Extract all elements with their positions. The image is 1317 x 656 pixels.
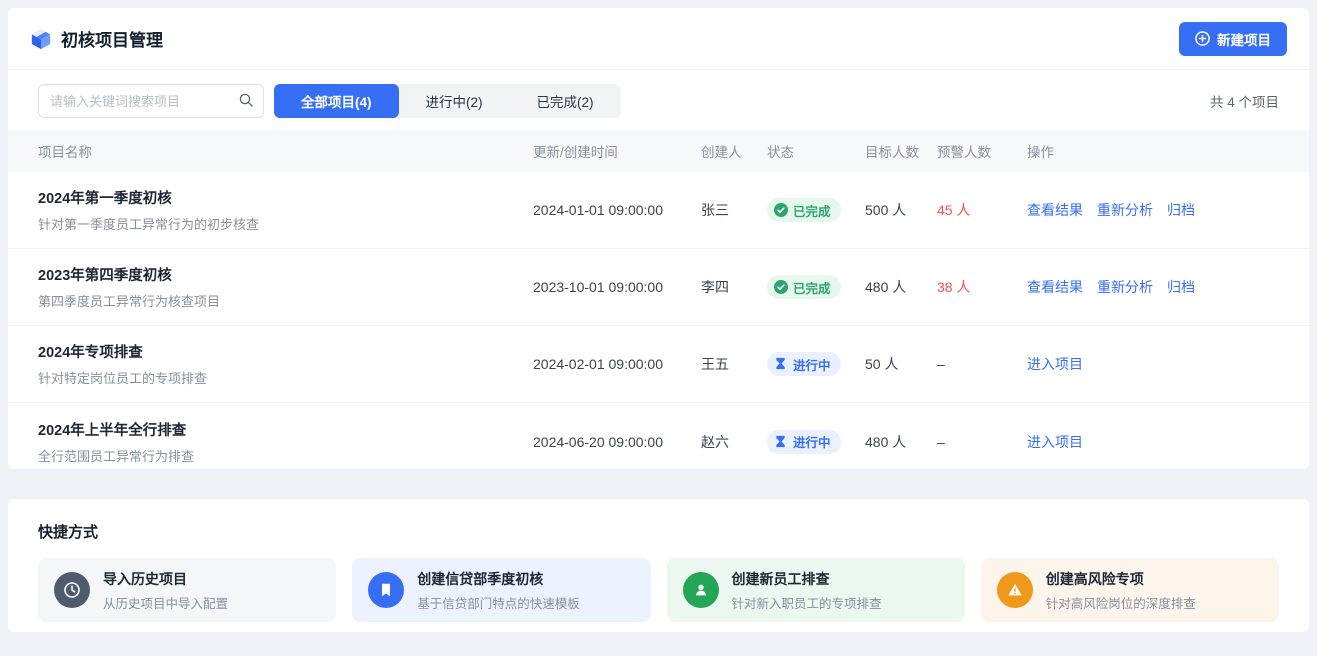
project-desc: 针对特定岗位员工的专项排查 bbox=[38, 368, 533, 387]
shortcut-card[interactable]: 创建高风险专项 针对高风险岗位的深度排查 bbox=[981, 558, 1279, 622]
action-link[interactable]: 查看结果 bbox=[1027, 200, 1083, 220]
warning-count: – bbox=[937, 434, 1027, 450]
action-link[interactable]: 进入项目 bbox=[1027, 354, 1083, 374]
action-link[interactable]: 归档 bbox=[1167, 277, 1195, 297]
search-icon[interactable] bbox=[238, 92, 254, 108]
status-badge: 已完成 bbox=[767, 275, 841, 299]
project-name: 2023年第四季度初核 bbox=[38, 264, 533, 285]
user-icon bbox=[683, 572, 719, 608]
warning-count: 38 人 bbox=[937, 277, 1027, 297]
action-link[interactable]: 进入项目 bbox=[1027, 432, 1083, 452]
new-project-label: 新建项目 bbox=[1217, 29, 1271, 49]
shortcut-desc: 基于信贷部门特点的快速模板 bbox=[417, 593, 580, 612]
project-name: 2024年第一季度初核 bbox=[38, 187, 533, 208]
shortcut-card[interactable]: 导入历史项目 从历史项目中导入配置 bbox=[38, 558, 336, 622]
shortcut-desc: 针对新入职员工的专项排查 bbox=[732, 593, 882, 612]
project-creator: 李四 bbox=[701, 277, 767, 297]
project-desc: 第四季度员工异常行为核查项目 bbox=[38, 291, 533, 310]
project-time: 2023-10-01 09:00:00 bbox=[533, 279, 701, 295]
project-desc: 全行范围员工异常行为排查 bbox=[38, 446, 533, 465]
table-row: 2024年专项排查 针对特定岗位员工的专项排查 2024-02-01 09:00… bbox=[8, 326, 1309, 403]
warning-count: – bbox=[937, 356, 1027, 372]
target-count: 50 人 bbox=[865, 354, 937, 374]
column-header-3: 状态 bbox=[767, 141, 865, 161]
table-header: 项目名称更新/创建时间创建人状态目标人数预警人数操作 bbox=[8, 130, 1309, 172]
tab-2[interactable]: 已完成(2) bbox=[510, 84, 621, 118]
shortcut-title: 创建高风险专项 bbox=[1046, 569, 1196, 589]
table-row: 2024年上半年全行排查 全行范围员工异常行为排查 2024-06-20 09:… bbox=[8, 403, 1309, 469]
table-row: 2023年第四季度初核 第四季度员工异常行为核查项目 2023-10-01 09… bbox=[8, 249, 1309, 326]
project-time: 2024-01-01 09:00:00 bbox=[533, 202, 701, 218]
project-creator: 张三 bbox=[701, 200, 767, 220]
warning-icon bbox=[997, 572, 1033, 608]
status-badge: 进行中 bbox=[767, 430, 841, 454]
shortcut-title: 导入历史项目 bbox=[103, 569, 228, 589]
target-count: 480 人 bbox=[865, 277, 937, 297]
shortcuts-panel: 快捷方式 导入历史项目 从历史项目中导入配置 创建信贷部季度初核 基于信贷部门特… bbox=[8, 499, 1309, 632]
shortcut-card[interactable]: 创建新员工排查 针对新入职员工的专项排查 bbox=[667, 558, 965, 622]
shortcut-title: 创建新员工排查 bbox=[732, 569, 882, 589]
column-header-6: 操作 bbox=[1027, 141, 1279, 161]
shortcut-desc: 从历史项目中导入配置 bbox=[103, 593, 228, 612]
check-circle-icon bbox=[774, 280, 788, 294]
column-header-4: 目标人数 bbox=[865, 141, 937, 161]
column-header-0: 项目名称 bbox=[38, 141, 533, 161]
hourglass-icon bbox=[774, 357, 788, 371]
action-link[interactable]: 重新分析 bbox=[1097, 200, 1153, 220]
toolbar: 全部项目(4)进行中(2)已完成(2) 共 4 个项目 bbox=[38, 84, 1279, 118]
row-actions: 进入项目 bbox=[1027, 354, 1279, 374]
target-count: 500 人 bbox=[865, 200, 937, 220]
target-count: 480 人 bbox=[865, 432, 937, 452]
search-input[interactable] bbox=[38, 84, 264, 118]
tab-0[interactable]: 全部项目(4) bbox=[274, 84, 399, 118]
table-body: 2024年第一季度初核 针对第一季度员工异常行为的初步核查 2024-01-01… bbox=[8, 172, 1309, 469]
total-count: 共 4 个项目 bbox=[1210, 91, 1279, 111]
column-header-2: 创建人 bbox=[701, 141, 767, 161]
table-row: 2024年第一季度初核 针对第一季度员工异常行为的初步核查 2024-01-01… bbox=[8, 172, 1309, 249]
cube-icon bbox=[30, 28, 52, 50]
tab-1[interactable]: 进行中(2) bbox=[399, 84, 510, 118]
row-actions: 进入项目 bbox=[1027, 432, 1279, 452]
status-badge: 进行中 bbox=[767, 352, 841, 376]
project-name: 2024年专项排查 bbox=[38, 341, 533, 362]
project-creator: 赵六 bbox=[701, 432, 767, 452]
clock-icon bbox=[54, 572, 90, 608]
shortcut-title: 创建信贷部季度初核 bbox=[417, 569, 580, 589]
plus-icon bbox=[1195, 31, 1210, 46]
bookmark-icon bbox=[368, 572, 404, 608]
action-link[interactable]: 重新分析 bbox=[1097, 277, 1153, 297]
page-title: 初核项目管理 bbox=[61, 26, 163, 51]
filter-tabs: 全部项目(4)进行中(2)已完成(2) bbox=[274, 84, 621, 118]
status-badge: 已完成 bbox=[767, 198, 841, 222]
project-time: 2024-06-20 09:00:00 bbox=[533, 434, 701, 450]
check-circle-icon bbox=[774, 203, 788, 217]
page-header: 初核项目管理 新建项目 bbox=[8, 8, 1309, 70]
project-panel: 初核项目管理 新建项目 全部项目(4)进行中(2)已完成(2) 共 4 个项目 … bbox=[8, 8, 1309, 469]
search-box bbox=[38, 84, 264, 118]
row-actions: 查看结果重新分析归档 bbox=[1027, 277, 1279, 297]
project-time: 2024-02-01 09:00:00 bbox=[533, 356, 701, 372]
shortcut-desc: 针对高风险岗位的深度排查 bbox=[1046, 593, 1196, 612]
shortcut-card[interactable]: 创建信贷部季度初核 基于信贷部门特点的快速模板 bbox=[352, 558, 650, 622]
shortcuts-title: 快捷方式 bbox=[38, 521, 1279, 542]
warning-count: 45 人 bbox=[937, 200, 1027, 220]
column-header-1: 更新/创建时间 bbox=[533, 141, 701, 161]
project-desc: 针对第一季度员工异常行为的初步核查 bbox=[38, 214, 533, 233]
project-name: 2024年上半年全行排查 bbox=[38, 419, 533, 440]
action-link[interactable]: 归档 bbox=[1167, 200, 1195, 220]
new-project-button[interactable]: 新建项目 bbox=[1179, 22, 1287, 56]
column-header-5: 预警人数 bbox=[937, 141, 1027, 161]
hourglass-icon bbox=[774, 435, 788, 449]
project-creator: 王五 bbox=[701, 354, 767, 374]
row-actions: 查看结果重新分析归档 bbox=[1027, 200, 1279, 220]
shortcuts-grid: 导入历史项目 从历史项目中导入配置 创建信贷部季度初核 基于信贷部门特点的快速模… bbox=[38, 558, 1279, 622]
action-link[interactable]: 查看结果 bbox=[1027, 277, 1083, 297]
